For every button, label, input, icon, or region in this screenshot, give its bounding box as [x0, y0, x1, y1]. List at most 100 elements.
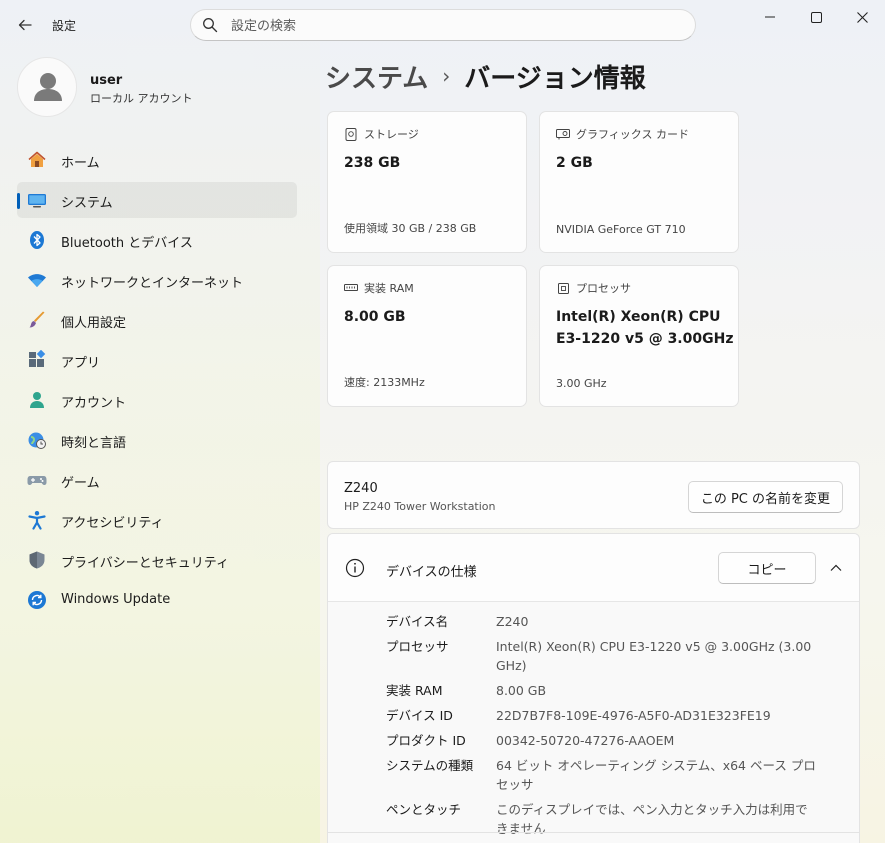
search-box[interactable] — [190, 9, 696, 41]
minimize-icon — [765, 16, 775, 18]
selection-indicator — [17, 193, 20, 209]
processor-value: Intel(R) Xeon(R) CPU E3-1220 v5 @ 3.00GH… — [556, 306, 733, 350]
ram-card[interactable]: 実装 RAM 8.00 GB 速度: 2133MHz — [327, 265, 527, 407]
sidebar-item-label: アクセシビリティ — [61, 516, 164, 531]
sidebar-item-label: アカウント — [61, 396, 127, 411]
page-title: バージョン情報 — [464, 63, 646, 94]
gamepad-icon — [27, 470, 47, 490]
spec-value: Intel(R) Xeon(R) CPU E3-1220 v5 @ 3.00GH… — [496, 639, 812, 673]
minimize-button[interactable] — [747, 0, 793, 34]
device-specs-title: デバイスの仕様 — [386, 565, 477, 580]
device-name: Z240 — [344, 481, 378, 496]
card-header: 実装 RAM — [344, 280, 414, 296]
back-arrow-icon — [18, 19, 32, 31]
sidebar-item-bluetooth[interactable]: Bluetooth とデバイス — [17, 222, 297, 258]
sidebar-item-accessibility[interactable]: アクセシビリティ — [17, 502, 297, 538]
copy-button[interactable]: コピー — [718, 552, 816, 584]
brush-icon — [27, 310, 47, 330]
sidebar-item-label: ゲーム — [61, 476, 100, 491]
apps-icon — [27, 350, 47, 370]
sidebar-item-home[interactable]: ホーム — [17, 142, 297, 178]
spec-row: デバイス名 Z240 — [386, 612, 846, 631]
sidebar-item-gaming[interactable]: ゲーム — [17, 462, 297, 498]
wifi-icon — [27, 270, 47, 290]
user-name: user — [90, 73, 123, 88]
card-header: グラフィックス カード — [556, 126, 689, 142]
sidebar-item-system[interactable]: システム — [17, 182, 297, 218]
card-title: プロセッサ — [576, 282, 631, 295]
user-avatar-icon — [34, 73, 62, 101]
card-title: ストレージ — [364, 128, 419, 141]
device-name-row: Z240 HP Z240 Tower Workstation この PC の名前… — [327, 461, 860, 529]
ram-speed: 速度: 2133MHz — [344, 376, 425, 389]
accessibility-icon — [27, 510, 47, 530]
spec-row: プロセッサ Intel(R) Xeon(R) CPU E3-1220 v5 @ … — [386, 637, 846, 675]
maximize-button[interactable] — [793, 0, 839, 34]
user-account-type: ローカル アカウント — [90, 92, 193, 105]
storage-card[interactable]: ストレージ 238 GB 使用領域 30 GB / 238 GB — [327, 111, 527, 253]
sidebar-item-label: アプリ — [61, 356, 101, 371]
sidebar-item-accounts[interactable]: アカウント — [17, 382, 297, 418]
sidebar-nav: ホーム システム Bluetooth とデバイス ネットワークとインターネット … — [17, 142, 297, 622]
spec-label: プロダクト ID — [386, 733, 466, 748]
back-button[interactable] — [12, 12, 38, 38]
spec-value: 00342-50720-47276-AAOEM — [496, 733, 675, 748]
storage-value: 238 GB — [344, 155, 401, 171]
divider — [328, 832, 859, 833]
storage-usage: 使用領域 30 GB / 238 GB — [344, 222, 477, 235]
spec-value: 8.00 GB — [496, 683, 547, 698]
processor-icon — [556, 281, 570, 295]
search-icon — [203, 18, 218, 33]
system-icon — [27, 190, 47, 210]
card-header: ストレージ — [344, 126, 419, 142]
spec-label: デバイス名 — [386, 614, 449, 629]
update-icon — [27, 590, 47, 610]
processor-speed: 3.00 GHz — [556, 377, 607, 390]
collapse-button[interactable] — [824, 556, 848, 580]
storage-icon — [344, 127, 358, 141]
gpu-name: NVIDIA GeForce GT 710 — [556, 223, 686, 236]
processor-value-line1: Intel(R) Xeon(R) CPU — [556, 309, 721, 325]
globe-clock-icon — [27, 430, 47, 450]
sidebar-item-label: 個人用設定 — [61, 316, 127, 331]
spec-value: 22D7B7F8-109E-4976-A5F0-AD31E323FE19 — [496, 708, 771, 723]
gpu-card[interactable]: グラフィックス カード 2 GB NVIDIA GeForce GT 710 — [539, 111, 739, 253]
sidebar-item-windows-update[interactable]: Windows Update — [17, 582, 297, 618]
sidebar-item-label: システム — [61, 196, 113, 211]
spec-label: デバイス ID — [386, 708, 453, 723]
spec-label: 実装 RAM — [386, 683, 443, 698]
memory-icon — [344, 281, 358, 295]
home-icon — [27, 150, 47, 170]
device-specs-header[interactable]: デバイスの仕様 コピー — [328, 534, 859, 602]
processor-value-line2: E3-1220 v5 @ 3.00GHz — [556, 331, 734, 347]
ram-value: 8.00 GB — [344, 309, 406, 325]
avatar[interactable] — [17, 57, 77, 117]
card-title: グラフィックス カード — [576, 128, 689, 141]
close-button[interactable] — [839, 0, 885, 34]
sidebar-item-label: プライバシーとセキュリティ — [61, 556, 229, 571]
maximize-icon — [810, 11, 822, 23]
spec-row: 実装 RAM 8.00 GB — [386, 681, 846, 700]
person-icon — [27, 390, 47, 410]
device-specs-panel: デバイスの仕様 コピー デバイス名 Z240 プロセッサ Intel(R) Xe… — [327, 533, 860, 843]
spec-row: システムの種類 64 ビット オペレーティング システム、x64 ベース プロセ… — [386, 756, 846, 794]
rename-pc-button[interactable]: この PC の名前を変更 — [687, 481, 843, 513]
close-icon — [856, 11, 868, 23]
spec-value: 64 ビット オペレーティング システム、x64 ベース プロセッサ — [496, 758, 816, 792]
breadcrumb-separator: › — [442, 64, 451, 88]
device-specs-list: デバイス名 Z240 プロセッサ Intel(R) Xeon(R) CPU E3… — [386, 612, 846, 843]
spec-label: プロセッサ — [386, 639, 449, 654]
graphics-card-icon — [556, 127, 570, 141]
sidebar-item-network[interactable]: ネットワークとインターネット — [17, 262, 297, 298]
sidebar-item-time-language[interactable]: 時刻と言語 — [17, 422, 297, 458]
sidebar-item-personalization[interactable]: 個人用設定 — [17, 302, 297, 338]
spec-label: システムの種類 — [386, 758, 474, 773]
breadcrumb-parent[interactable]: システム — [325, 58, 428, 95]
search-input[interactable] — [231, 16, 671, 36]
sidebar-item-apps[interactable]: アプリ — [17, 342, 297, 378]
spec-row: デバイス ID 22D7B7F8-109E-4976-A5F0-AD31E323… — [386, 706, 846, 725]
window-title: 設定 — [52, 19, 77, 33]
device-model: HP Z240 Tower Workstation — [344, 500, 496, 513]
sidebar-item-privacy[interactable]: プライバシーとセキュリティ — [17, 542, 297, 578]
processor-card[interactable]: プロセッサ Intel(R) Xeon(R) CPU E3-1220 v5 @ … — [539, 265, 739, 407]
